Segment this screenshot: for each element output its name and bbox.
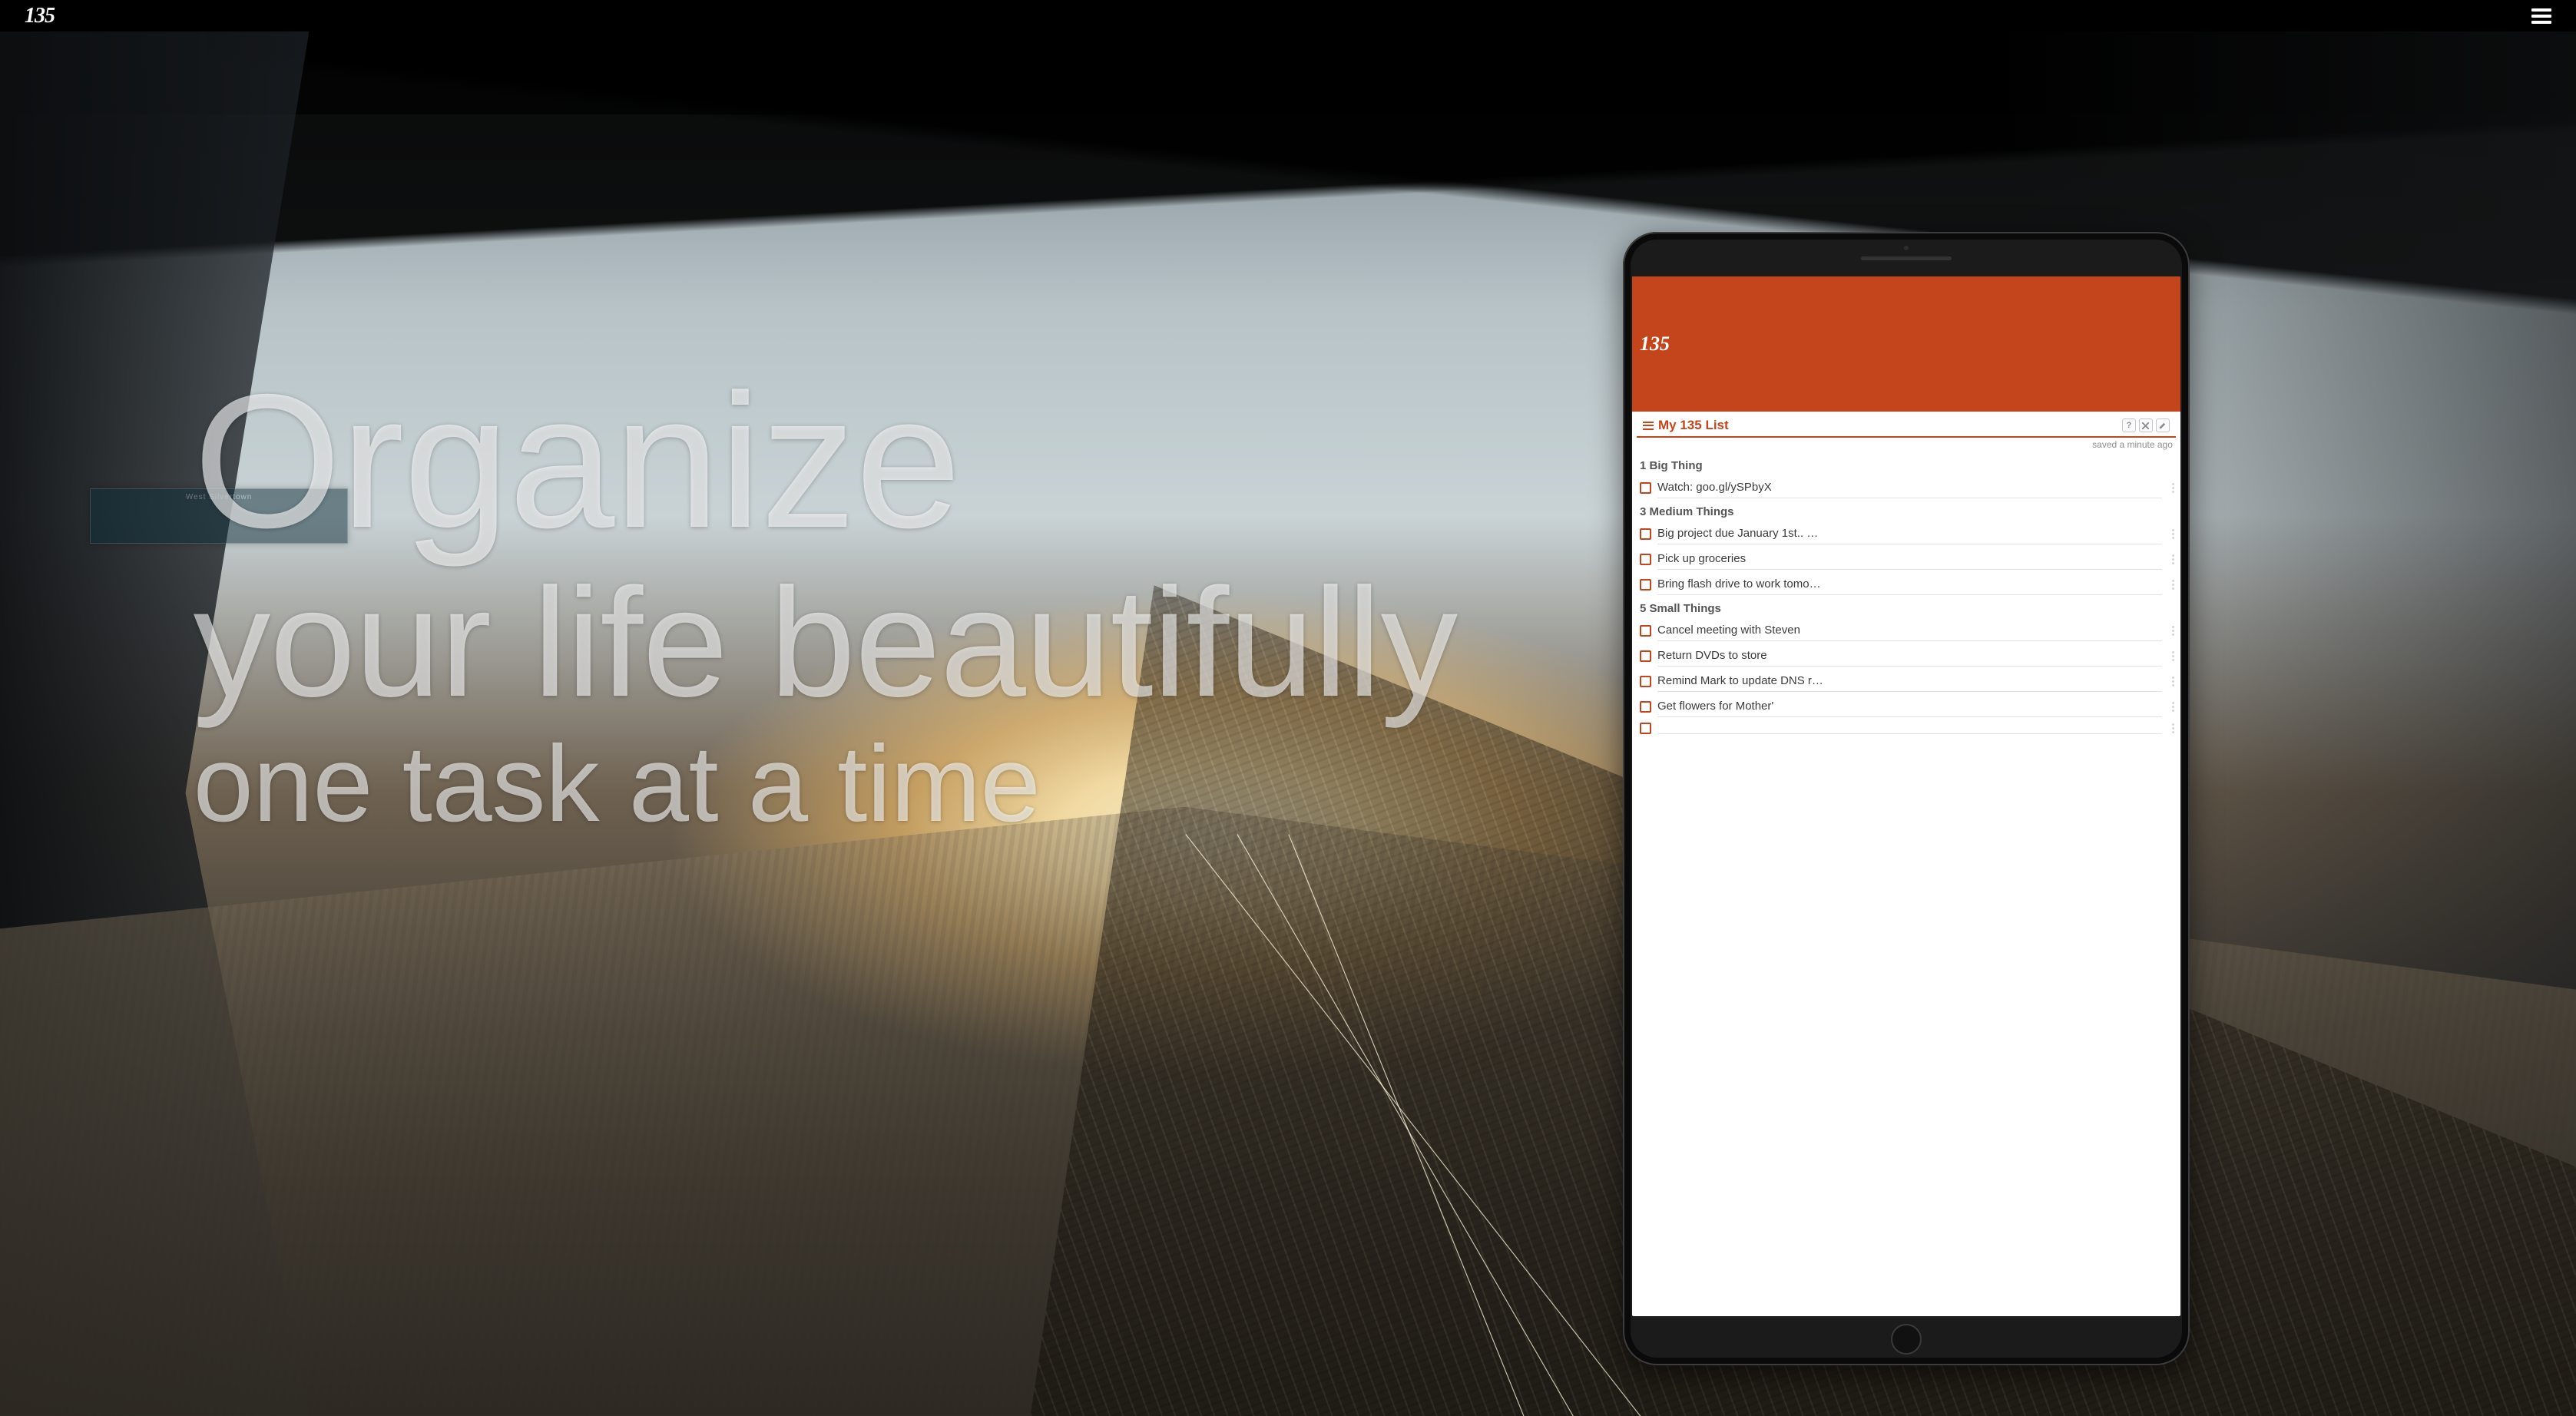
task-label[interactable]: Big project due January 1st.. …	[1657, 524, 2162, 544]
hero-line-1: Organize	[194, 364, 1458, 558]
drag-handle-icon[interactable]	[2168, 651, 2176, 661]
hero-platform-decoration	[0, 807, 2576, 1416]
pencil-icon	[2158, 422, 2167, 430]
list-icon[interactable]	[1643, 422, 1654, 430]
hero-roof-decoration	[0, 31, 2576, 447]
task-label[interactable]: Watch: goo.gl/ySPbyX	[1657, 478, 2162, 498]
drag-handle-icon[interactable]	[2168, 529, 2176, 539]
drag-handle-icon[interactable]	[2168, 626, 2176, 636]
task-checkbox[interactable]	[1640, 625, 1651, 637]
task-row: Remind Mark to update DNS r…	[1632, 669, 2180, 694]
task-label[interactable]: Remind Mark to update DNS r…	[1657, 671, 2162, 692]
help-button[interactable]: ?	[2122, 419, 2136, 432]
drag-handle-icon[interactable]	[2168, 483, 2176, 493]
task-row: Return DVDs to store	[1632, 643, 2180, 669]
task-checkbox[interactable]	[1640, 650, 1651, 662]
menu-icon[interactable]	[2531, 8, 2551, 24]
tasks-container: 1 Big Thing Watch: goo.gl/ySPbyX 3 Medium …	[1632, 455, 2180, 736]
drag-handle-icon[interactable]	[2168, 554, 2176, 564]
phone-home-button	[1891, 1324, 1922, 1355]
task-row: Big project due January 1st.. …	[1632, 521, 2180, 547]
app-screen: 135 My 135 List ? saved a minute ago 1 B…	[1632, 276, 2180, 1316]
task-checkbox[interactable]	[1640, 723, 1651, 734]
task-row	[1632, 720, 2180, 736]
hero-line-3: one task at a time	[194, 729, 1458, 839]
task-label[interactable]: Pick up groceries	[1657, 549, 2162, 570]
task-label[interactable]: Get flowers for Mother'	[1657, 696, 2162, 717]
task-label[interactable]: Bring flash drive to work tomo…	[1657, 574, 2162, 595]
drag-handle-icon[interactable]	[2168, 702, 2176, 712]
task-checkbox[interactable]	[1640, 579, 1651, 591]
task-row: Watch: goo.gl/ySPbyX	[1632, 475, 2180, 501]
section-title: 1 Big Thing	[1632, 455, 2180, 475]
edit-button[interactable]	[2156, 419, 2170, 432]
topbar: 135	[0, 0, 2576, 31]
hero-left-wall-decoration	[0, 31, 309, 1416]
task-row: Bring flash drive to work tomo…	[1632, 572, 2180, 597]
section-title: 5 Small Things	[1632, 597, 2180, 618]
task-checkbox[interactable]	[1640, 701, 1651, 713]
hero-headline: Organize your life beautifully one task …	[194, 364, 1458, 839]
list-header: My 135 List ?	[1637, 412, 2176, 438]
station-sign	[90, 488, 347, 544]
hero-section: Organize your life beautifully one task …	[0, 31, 2576, 1416]
section-title: 3 Medium Things	[1632, 501, 2180, 521]
task-checkbox[interactable]	[1640, 482, 1651, 494]
task-label[interactable]: Cancel meeting with Steven	[1657, 620, 2162, 641]
drag-handle-icon[interactable]	[2168, 580, 2176, 590]
drag-handle-icon[interactable]	[2168, 677, 2176, 686]
close-icon	[2141, 422, 2150, 430]
close-button[interactable]	[2139, 419, 2153, 432]
drag-handle-icon[interactable]	[2168, 723, 2176, 733]
app-header: 135	[1632, 276, 2180, 412]
phone-speaker-icon	[1861, 256, 1952, 260]
task-label[interactable]: Return DVDs to store	[1657, 646, 2162, 667]
task-row: Cancel meeting with Steven	[1632, 618, 2180, 643]
task-row: Get flowers for Mother'	[1632, 694, 2180, 720]
task-label[interactable]	[1657, 722, 2162, 734]
task-checkbox[interactable]	[1640, 528, 1651, 540]
task-checkbox[interactable]	[1640, 554, 1651, 565]
app-logo[interactable]: 135	[1640, 332, 1670, 356]
phone-mockup: 135 My 135 List ? saved a minute ago 1 B…	[1623, 232, 2190, 1365]
list-title[interactable]: My 135 List	[1658, 418, 2119, 433]
task-checkbox[interactable]	[1640, 676, 1651, 687]
task-row: Pick up groceries	[1632, 547, 2180, 572]
site-logo[interactable]: 135	[25, 4, 55, 28]
saved-status: saved a minute ago	[1632, 438, 2180, 455]
hero-line-2: your life beautifully	[194, 564, 1458, 721]
phone-camera-icon	[1904, 246, 1909, 250]
